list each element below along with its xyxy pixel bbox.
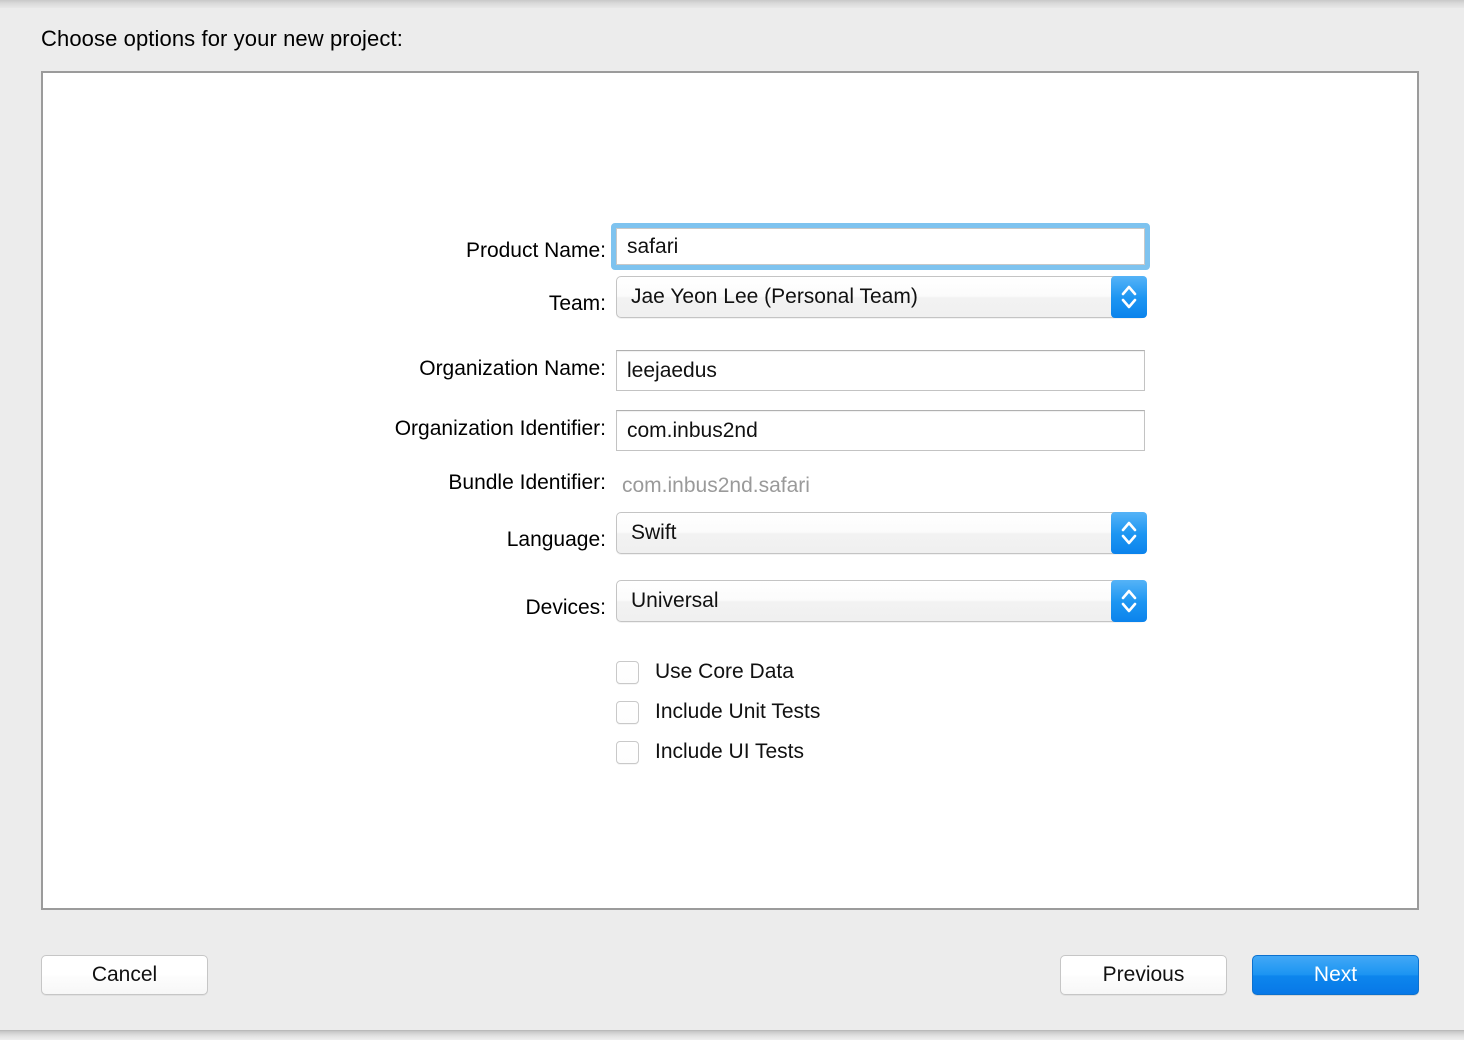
previous-button[interactable]: Previous — [1060, 955, 1227, 995]
chevron-up-down-icon — [1121, 285, 1137, 309]
include-unit-tests-checkbox[interactable] — [616, 700, 639, 724]
label-bundle-identifier: Bundle Identifier: — [448, 471, 606, 494]
chevron-up-down-icon — [1121, 521, 1137, 545]
organization-name-input[interactable]: leejaedus — [616, 350, 1145, 391]
options-panel: Product Name: safari Team: Jae Yeon Lee … — [41, 71, 1419, 910]
include-ui-tests-checkbox[interactable] — [616, 740, 639, 764]
product-name-field-focus-ring: safari — [611, 223, 1150, 270]
checkbox-row-include-unit-tests[interactable]: Include Unit Tests — [616, 700, 820, 724]
language-stepper[interactable] — [1111, 512, 1147, 554]
label-devices: Devices: — [525, 596, 606, 619]
checkbox-row-include-ui-tests[interactable]: Include UI Tests — [616, 740, 804, 764]
include-unit-tests-label: Include Unit Tests — [655, 700, 821, 723]
chevron-up-down-icon — [1121, 589, 1137, 613]
next-button[interactable]: Next — [1252, 955, 1419, 995]
product-name-input[interactable]: safari — [616, 228, 1145, 265]
label-language: Language: — [506, 528, 606, 551]
label-organization-name: Organization Name: — [419, 357, 606, 380]
devices-popup-button[interactable]: Universal — [616, 580, 1145, 622]
checkbox-row-use-core-data[interactable]: Use Core Data — [616, 660, 794, 684]
window-bottom-edge — [0, 1030, 1464, 1040]
team-stepper[interactable] — [1111, 276, 1147, 318]
label-organization-identifier: Organization Identifier: — [394, 417, 606, 440]
language-popup-button[interactable]: Swift — [616, 512, 1145, 554]
team-popup-button[interactable]: Jae Yeon Lee (Personal Team) — [616, 276, 1145, 318]
bundle-identifier-value: com.inbus2nd.safari — [622, 474, 810, 497]
organization-identifier-input[interactable]: com.inbus2nd — [616, 410, 1145, 451]
label-team: Team: — [548, 292, 606, 315]
window-titlebar-strip — [0, 0, 1464, 8]
include-ui-tests-label: Include UI Tests — [655, 740, 805, 763]
devices-stepper[interactable] — [1111, 580, 1147, 622]
page-title: Choose options for your new project: — [41, 26, 403, 51]
cancel-button[interactable]: Cancel — [41, 955, 208, 995]
label-product-name: Product Name: — [465, 239, 606, 262]
use-core-data-checkbox[interactable] — [616, 660, 639, 684]
use-core-data-label: Use Core Data — [655, 660, 794, 683]
